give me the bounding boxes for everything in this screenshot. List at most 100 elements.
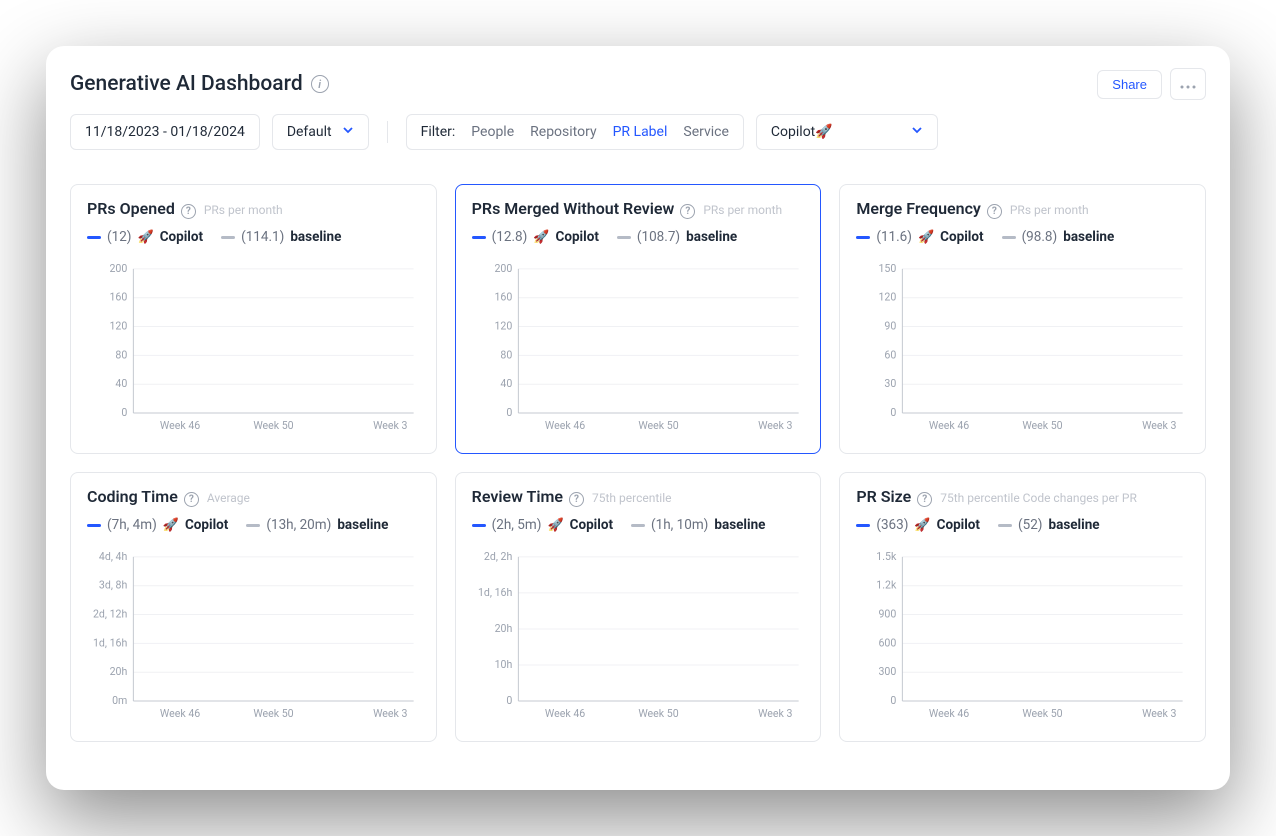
header: Generative AI Dashboard i Share	[70, 68, 1206, 100]
svg-text:1d, 16h: 1d, 16h	[478, 586, 513, 599]
info-icon[interactable]: i	[311, 75, 329, 93]
legend-value: (114.1)	[241, 229, 284, 245]
svg-text:2d, 2h: 2d, 2h	[484, 550, 513, 563]
chart-card-merge_frequency[interactable]: Merge Frequency?PRs per month(11.6)🚀Copi…	[839, 184, 1206, 454]
legend-label: baseline	[337, 517, 388, 533]
legend-baseline: (1h, 10m)baseline	[631, 517, 765, 533]
svg-text:0: 0	[121, 406, 127, 419]
svg-text:1.5k: 1.5k	[877, 550, 898, 563]
legend: (7h, 4m)🚀Copilot(13h, 20m)baseline	[87, 517, 420, 533]
more-button[interactable]	[1170, 68, 1206, 100]
card-title: Coding Time	[87, 487, 178, 506]
card-subtitle: Average	[207, 491, 250, 505]
svg-text:Week 50: Week 50	[253, 419, 293, 432]
ellipsis-icon	[1180, 77, 1196, 92]
svg-text:Week 3: Week 3	[373, 419, 407, 432]
svg-text:0: 0	[506, 694, 512, 707]
filter-option-service[interactable]: Service	[683, 124, 729, 140]
svg-text:3d, 8h: 3d, 8h	[99, 579, 128, 592]
filter-label: Filter:	[421, 124, 456, 140]
rocket-icon: 🚀	[533, 230, 549, 245]
help-icon[interactable]: ?	[917, 492, 932, 507]
svg-text:0: 0	[891, 694, 897, 707]
svg-text:80: 80	[115, 348, 127, 361]
svg-text:900: 900	[879, 608, 897, 621]
chart-area: 0306090120150Week 46Week 50Week 3	[856, 251, 1189, 443]
svg-text:200: 200	[494, 262, 512, 275]
legend-copilot: (2h, 5m)🚀Copilot	[472, 517, 613, 533]
svg-text:0: 0	[506, 406, 512, 419]
dashboard-panel: Generative AI Dashboard i Share 11/18/20…	[46, 46, 1230, 790]
card-subtitle: PRs per month	[1010, 203, 1089, 217]
chart-svg: 0m20h1d, 16h2d, 12h3d, 8h4d, 4hWeek 46We…	[87, 539, 420, 731]
svg-text:20h: 20h	[110, 665, 128, 678]
legend-label: baseline	[714, 517, 765, 533]
svg-text:Week 3: Week 3	[1142, 419, 1176, 432]
card-title: Merge Frequency	[856, 199, 981, 218]
svg-text:200: 200	[109, 262, 127, 275]
legend-label: Copilot	[160, 229, 203, 245]
card-title: Review Time	[472, 487, 563, 506]
legend-baseline: (114.1)baseline	[221, 229, 341, 245]
help-icon[interactable]: ?	[181, 204, 196, 219]
filter-option-pr-label[interactable]: PR Label	[613, 124, 668, 140]
legend-label: Copilot	[556, 229, 599, 245]
date-range-picker[interactable]: 11/18/2023 - 01/18/2024	[70, 114, 260, 150]
card-title: PR Size	[856, 487, 911, 506]
share-button[interactable]: Share	[1097, 70, 1162, 99]
legend: (2h, 5m)🚀Copilot (1h, 10m)baseline	[472, 517, 805, 533]
swatch-icon	[221, 236, 235, 239]
rocket-icon: 🚀	[163, 518, 179, 533]
svg-text:Week 50: Week 50	[638, 707, 678, 720]
help-icon[interactable]: ?	[184, 492, 199, 507]
filter-option-people[interactable]: People	[471, 124, 514, 140]
chart-card-review_time[interactable]: Review Time?75th percentile(2h, 5m)🚀Copi…	[455, 472, 822, 742]
svg-text:20h: 20h	[494, 622, 512, 635]
svg-text:0: 0	[891, 406, 897, 419]
chevron-down-icon	[911, 124, 923, 140]
label-select[interactable]: Copilot🚀	[756, 114, 938, 150]
legend-baseline: (52)baseline	[998, 517, 1100, 533]
help-icon[interactable]: ?	[680, 204, 695, 219]
svg-text:Week 46: Week 46	[929, 419, 969, 432]
svg-text:30: 30	[885, 377, 897, 390]
help-icon[interactable]: ?	[987, 204, 1002, 219]
help-icon[interactable]: ?	[569, 492, 584, 507]
label-select-value: Copilot🚀	[771, 124, 833, 140]
default-select[interactable]: Default	[272, 114, 369, 150]
legend-value: (7h, 4m)	[107, 517, 157, 533]
filter-option-repository[interactable]: Repository	[530, 124, 596, 140]
chart-area: 010h20h1d, 16h2d, 2hWeek 46Week 50Week 3	[472, 539, 805, 731]
svg-text:300: 300	[879, 665, 897, 678]
svg-text:Week 50: Week 50	[1023, 419, 1063, 432]
legend-baseline: (108.7)baseline	[617, 229, 737, 245]
card-title: PRs Merged Without Review	[472, 199, 675, 218]
chart-card-pr_size[interactable]: PR Size?75th percentile Code changes per…	[839, 472, 1206, 742]
swatch-icon	[998, 524, 1012, 527]
default-select-label: Default	[287, 124, 332, 140]
svg-text:0m: 0m	[112, 694, 127, 707]
svg-text:Week 3: Week 3	[373, 707, 407, 720]
legend-baseline: (98.8)baseline	[1002, 229, 1115, 245]
svg-text:1d, 16h: 1d, 16h	[93, 636, 128, 649]
svg-text:120: 120	[494, 320, 512, 333]
svg-text:120: 120	[879, 291, 897, 304]
chart-card-prs_merged_noreview[interactable]: PRs Merged Without Review?PRs per month(…	[455, 184, 822, 454]
chart-svg: 03006009001.2k1.5kWeek 46Week 50Week 3	[856, 539, 1189, 731]
svg-text:Week 46: Week 46	[545, 419, 585, 432]
chart-area: 0m20h1d, 16h2d, 12h3d, 8h4d, 4hWeek 46We…	[87, 539, 420, 731]
chart-svg: 04080120160200Week 46Week 50Week 3	[87, 251, 420, 443]
svg-text:10h: 10h	[494, 658, 512, 671]
legend-value: (108.7)	[637, 229, 680, 245]
chart-card-prs_opened[interactable]: PRs Opened?PRs per month(12)🚀Copilot(114…	[70, 184, 437, 454]
svg-text:Week 3: Week 3	[758, 419, 792, 432]
legend: (363)🚀Copilot(52)baseline	[856, 517, 1189, 533]
legend: (12.8)🚀Copilot(108.7)baseline	[472, 229, 805, 245]
svg-text:90: 90	[885, 320, 897, 333]
svg-text:Week 50: Week 50	[253, 707, 293, 720]
rocket-icon: 🚀	[547, 518, 563, 533]
svg-text:1.2k: 1.2k	[877, 579, 898, 592]
card-subtitle: PRs per month	[204, 203, 283, 217]
filter-pill: Filter: People Repository PR Label Servi…	[406, 114, 744, 150]
chart-card-coding_time[interactable]: Coding Time?Average(7h, 4m)🚀Copilot(13h,…	[70, 472, 437, 742]
